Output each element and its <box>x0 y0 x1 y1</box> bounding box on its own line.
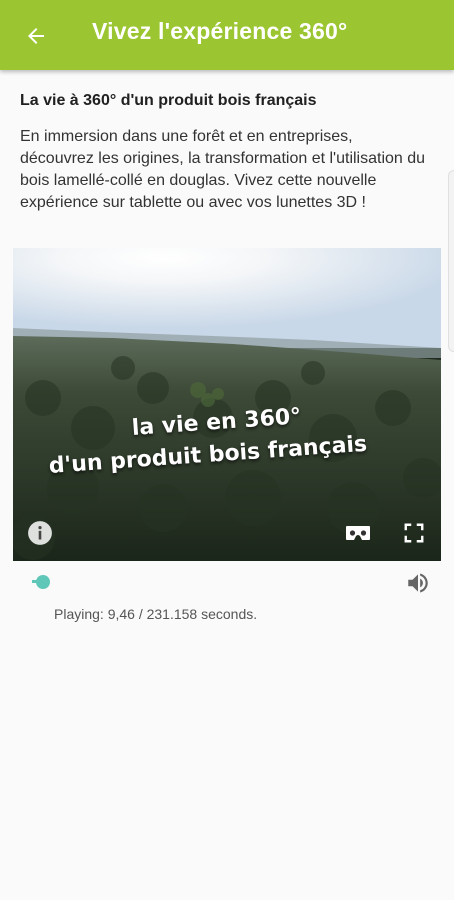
fullscreen-icon <box>404 523 424 543</box>
info-button[interactable] <box>27 520 53 546</box>
cardboard-vr-icon <box>346 526 370 540</box>
scroll-indicator <box>448 170 454 352</box>
content-description: En immersion dans une forêt et en entrep… <box>20 128 426 211</box>
video-player[interactable]: la vie en 360° d'un produit bois françai… <box>13 248 441 561</box>
back-button[interactable] <box>20 20 52 52</box>
page-title: Vivez l'expérience 360° <box>92 18 348 44</box>
vr-mode-button[interactable] <box>345 522 371 544</box>
volume-button[interactable] <box>404 570 432 596</box>
fullscreen-button[interactable] <box>402 521 426 545</box>
video-frame <box>13 248 441 561</box>
playback-status: Playing: 9,46 / 231.158 seconds. <box>54 606 258 622</box>
volume-icon <box>408 573 428 593</box>
seek-thumb[interactable] <box>36 575 50 589</box>
app-bar: Vivez l'expérience 360° <box>0 0 454 70</box>
arrow-left-icon <box>28 28 44 44</box>
info-icon <box>28 521 52 545</box>
seek-bar[interactable] <box>32 574 396 590</box>
content-title: La vie à 360° d'un produit bois français <box>20 92 317 109</box>
